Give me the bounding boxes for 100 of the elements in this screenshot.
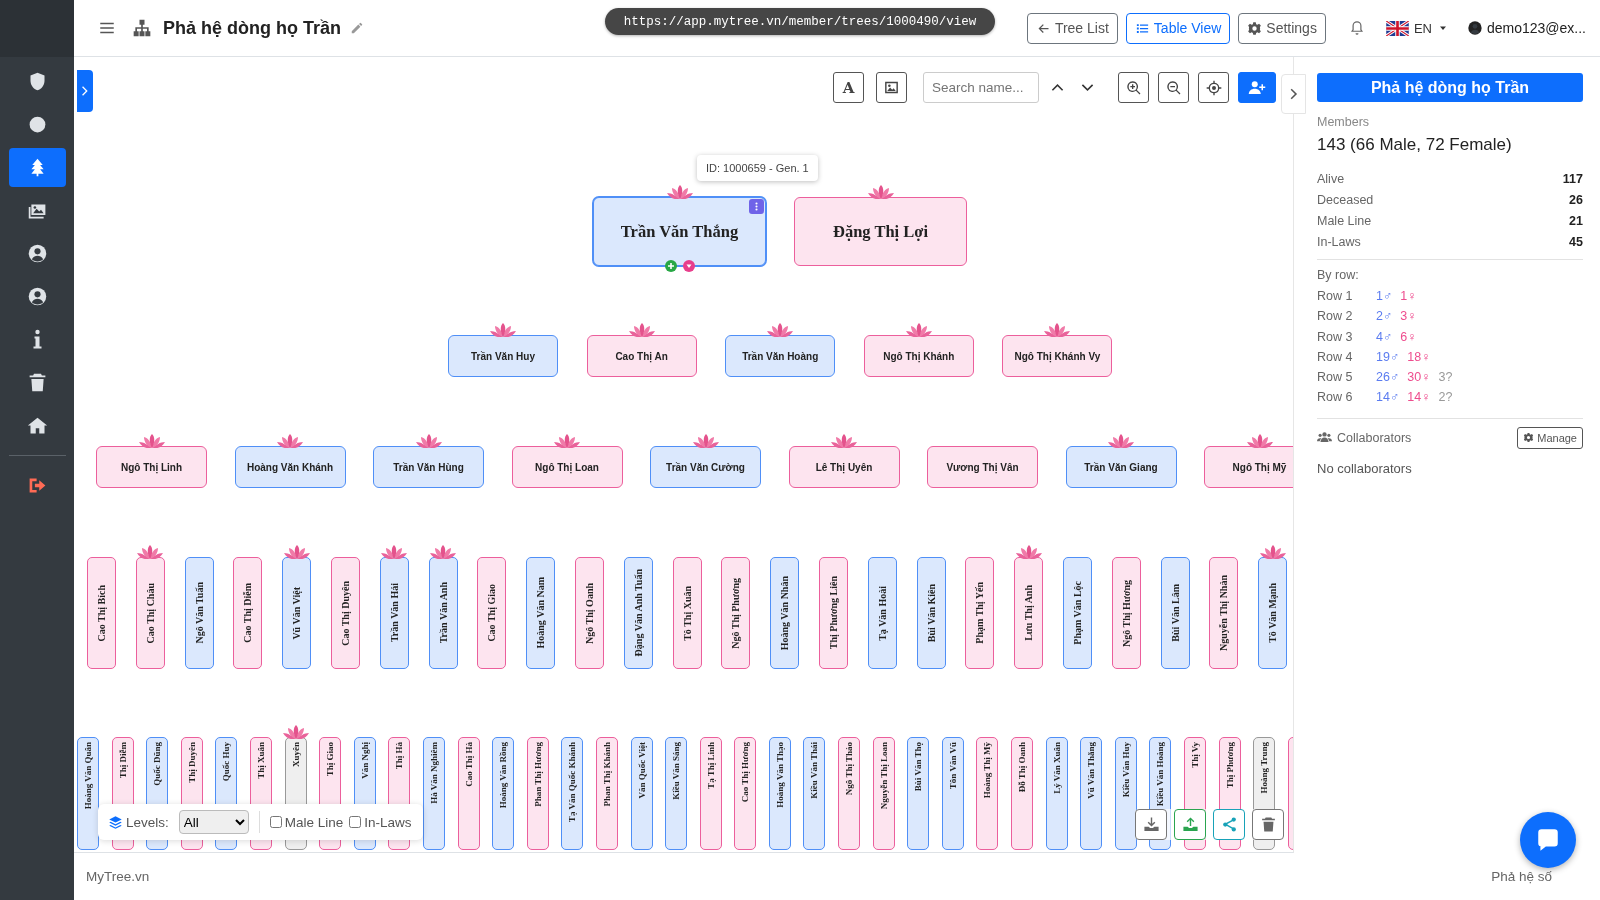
female-count: 1♀ [1400,288,1417,305]
person-node[interactable]: Bùi Văn Lâm [1160,557,1190,669]
tree-title-button[interactable]: Phả hệ dòng họ Trần [1317,73,1583,102]
person-node[interactable]: Hà Văn Nghiêm [422,737,445,850]
person-node[interactable]: Cao Thị Bích [87,557,116,669]
person-node[interactable]: Nguyễn Thị Loan [872,737,895,850]
person-node[interactable]: Ngô Thị Linh [96,446,207,488]
person-node[interactable]: Ngô Thị Mỹ [1204,446,1293,488]
vertical-dots-icon [755,202,758,211]
person-node[interactable]: Hoàng Văn Nhân [770,557,800,669]
edit-icon[interactable] [350,21,364,35]
person-node[interactable]: Ngô Thị Thảo [838,737,861,850]
center-button[interactable] [1198,72,1229,103]
person-node[interactable]: Hoàng Văn Rồng [492,737,515,850]
person-node[interactable]: Trần Văn Thắng [593,197,766,266]
gear-icon [1523,432,1535,444]
person-node[interactable]: Trần Văn Huy [448,335,558,377]
person-node[interactable]: Bùi Văn Thọ [907,737,930,850]
search-field[interactable]: Search name... [923,72,1039,103]
person-node[interactable]: Trần Văn Hùng [373,446,484,488]
font-button[interactable]: A [833,72,864,103]
lotus-icon [283,545,310,559]
person-node[interactable]: Lê Thị Uyên [788,446,900,488]
person-node[interactable]: Đỗ Thị Oanh [1011,737,1034,850]
expand-icon[interactable] [682,260,695,272]
person-node[interactable]: Trần Văn Giang [1065,446,1177,488]
person-node[interactable]: Vũ Văn Thắng [1080,737,1103,850]
checkbox[interactable] [349,816,362,828]
person-node[interactable]: Ngô Thị Phương [721,557,751,669]
upload-button[interactable] [1174,809,1206,840]
image-button[interactable] [876,72,907,103]
user-menu[interactable]: demo123@ex... [1466,20,1586,36]
stat-label: Alive [1317,171,1345,188]
person-node[interactable]: Thị Phương Liên [818,557,848,669]
person-node[interactable]: Ngô Thị Khánh [863,335,974,377]
person-node[interactable]: Cao Thị Giao [477,557,507,669]
add-member-button[interactable] [1238,72,1276,103]
node-menu-button[interactable] [749,199,764,214]
person-node[interactable]: Nguyễn Thị Nhàn [1209,557,1239,669]
person-node[interactable]: Trần Văn Hải [379,557,409,669]
person-node[interactable]: Hoàng Văn Thạo [768,737,791,850]
person-node[interactable]: Hoàng Văn Quân [77,737,99,850]
header-button[interactable]: Settings [1238,12,1326,44]
person-node[interactable]: Vũ Văn Việt [282,557,312,669]
person-node[interactable]: Trần Văn Cường [650,446,761,488]
expand-sidebar-tab[interactable] [77,70,93,112]
person-node[interactable]: Cao Thị Hà [457,737,480,850]
header-button[interactable]: Table View [1125,12,1231,44]
person-node[interactable]: Kiều Văn Huy [1114,737,1137,850]
person-node[interactable]: Phan Thị Khánh [595,737,618,850]
delete-button[interactable] [1252,809,1284,840]
person-node[interactable]: Hoàng Thị Mỹ [976,737,999,850]
chat-button[interactable] [1520,812,1576,868]
person-node[interactable]: Ngô Thị Oanh [574,557,604,669]
levels-select[interactable]: All [178,810,249,834]
share-button[interactable] [1213,809,1245,840]
zoom-out-button[interactable] [1158,72,1189,103]
manage-button[interactable]: Manage [1517,426,1583,449]
lotus-icon [137,545,164,559]
person-node[interactable]: Trần Văn Anh [428,557,458,669]
stat-label: Male Line [1317,213,1372,230]
person-node[interactable]: Phạm Văn Lộc [1062,557,1092,669]
person-node[interactable]: Hoàng Văn Khánh [234,446,346,488]
sidebar-item[interactable] [8,148,66,187]
person-node[interactable]: Cao Thị Duyên [331,557,360,669]
person-node[interactable]: Tôn Văn Vũ [941,737,964,850]
person-node[interactable]: Tạ Thị Linh [699,737,722,850]
person-node[interactable]: Đặng Văn Anh Tuấn [623,557,653,669]
person-node[interactable]: Cao Thị An [586,335,697,377]
person-node[interactable]: Lý Văn Xuân [1045,737,1068,850]
checkbox[interactable] [269,816,282,828]
person-node[interactable]: Bùi Văn Kiên [916,557,946,669]
person-node[interactable]: Cao Thị Diễm [233,557,263,669]
collapse-panel-tab[interactable] [1281,74,1306,114]
person-node[interactable]: Kiều Văn Sáng [665,737,688,850]
person-node[interactable]: Văn Quốc Việt [630,737,653,850]
gear-icon [1247,20,1263,36]
person-node[interactable]: Trần Văn Hoàng [725,335,836,377]
person-node[interactable]: Kiều Văn Thái [803,737,826,850]
person-node[interactable]: Ngô Thị Khánh Vy [1002,335,1113,377]
header-button[interactable]: Tree List [1026,12,1118,44]
person-node[interactable]: Hoàng Văn Nam [526,557,556,669]
person-node[interactable]: Phạm Thị Yến [965,557,995,669]
person-node[interactable]: Lưu Thị Anh [1014,557,1044,669]
person-node[interactable]: Tô Văn Mạnh [1258,557,1288,669]
person-node[interactable]: Cao Thị Châu [135,557,165,669]
person-node[interactable]: Tạ Văn Hoài [867,557,897,669]
person-node[interactable]: Tô Thị Xuân [672,557,702,669]
person-node[interactable]: Tạ Văn Quốc Khánh [561,737,584,850]
language-selector[interactable]: EN [1385,20,1449,36]
person-node[interactable]: Ngô Thị Hương [1111,557,1141,669]
add-child-icon[interactable] [664,260,677,272]
person-node[interactable]: Ngô Văn Tuấn [184,557,214,669]
zoom-in-button[interactable] [1118,72,1149,103]
person-node[interactable]: Cao Thị Hương [734,737,757,850]
person-node[interactable]: Ngô Thị Loan [511,446,623,488]
person-node[interactable]: Vương Thị Vân [927,446,1038,488]
person-node[interactable]: Phan Thị Hương [526,737,549,850]
download-button[interactable] [1135,809,1167,840]
person-node[interactable]: Đặng Thị Lợi [794,197,967,266]
